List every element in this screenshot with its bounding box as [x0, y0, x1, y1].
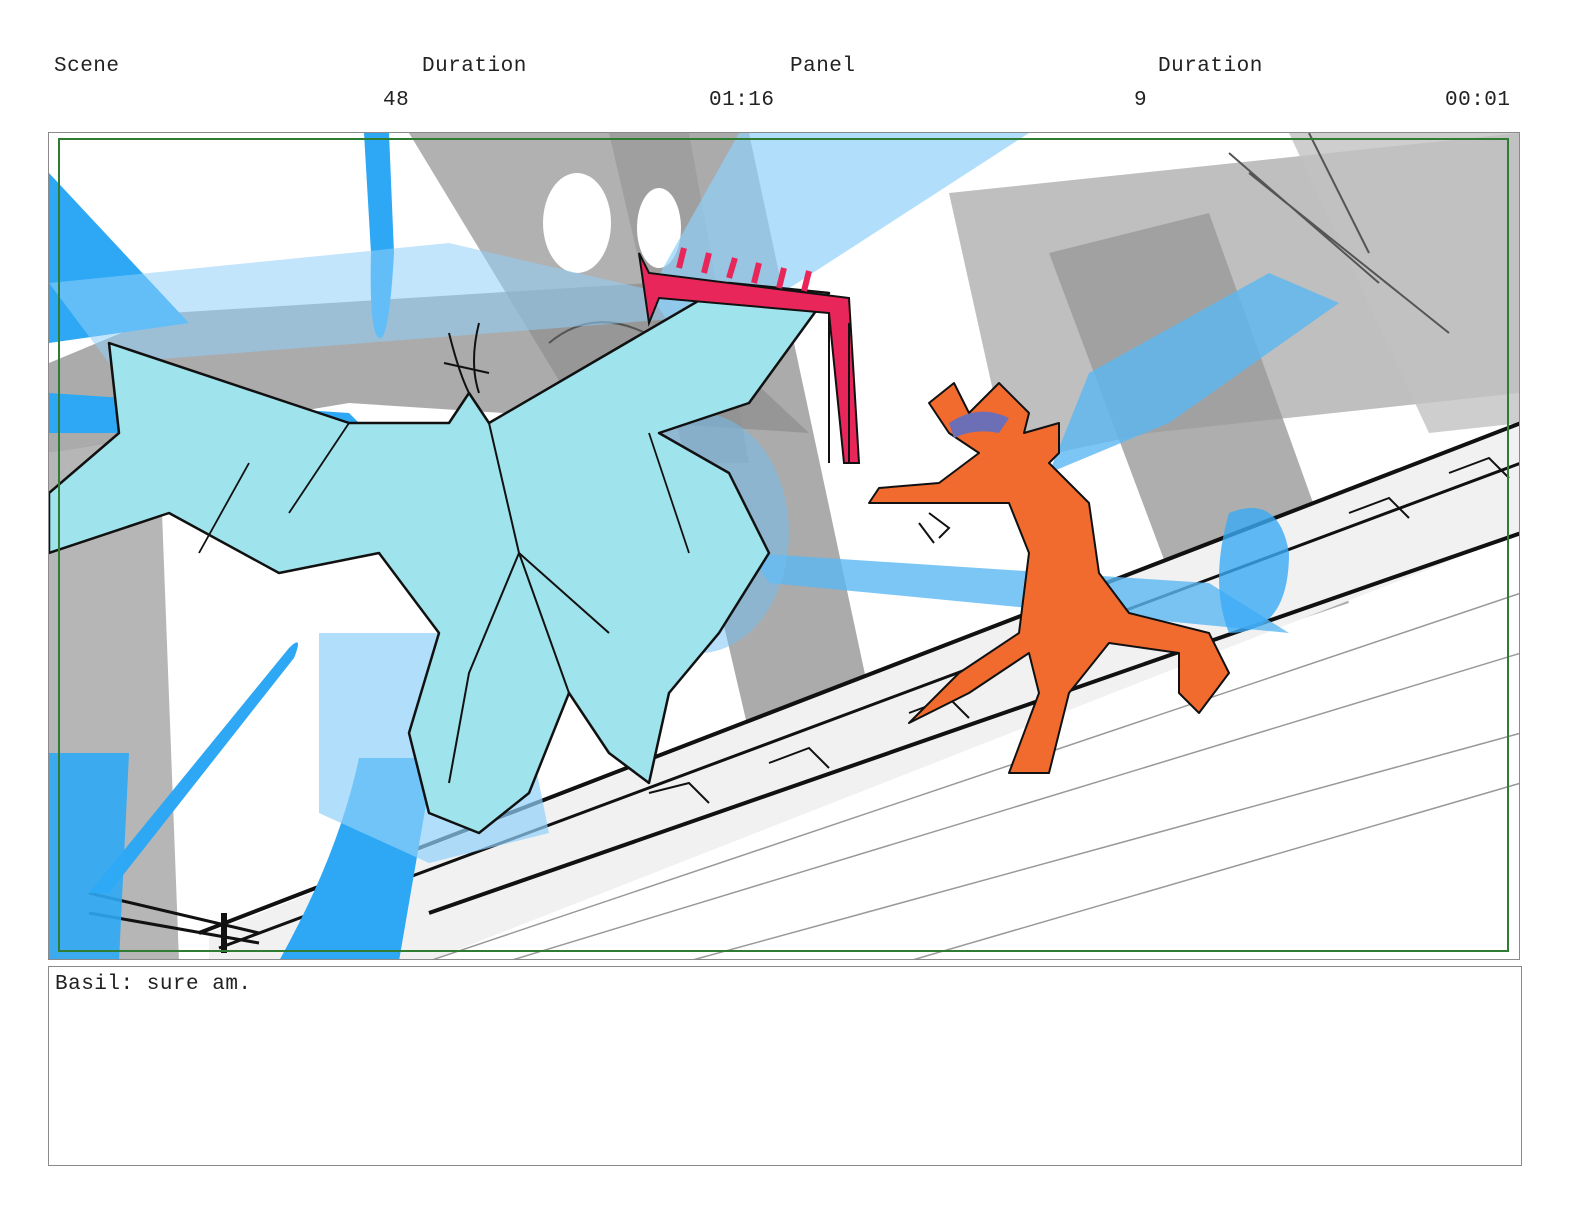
scene-number: 48 [383, 89, 410, 112]
scene-label: Scene [54, 55, 120, 78]
scene-duration-value: 01:16 [709, 89, 775, 112]
storyboard-panel [48, 132, 1520, 960]
dialogue-text: Basil: sure am. [55, 973, 252, 996]
panel-number: 9 [1134, 89, 1148, 112]
panel-label: Panel [790, 55, 856, 78]
storyboard-sketch [49, 133, 1519, 959]
panel-duration-label: Duration [1158, 55, 1263, 78]
dialogue-notes-box: Basil: sure am. [48, 966, 1522, 1166]
scene-duration-label: Duration [422, 55, 527, 78]
panel-duration-value: 00:01 [1445, 89, 1511, 112]
